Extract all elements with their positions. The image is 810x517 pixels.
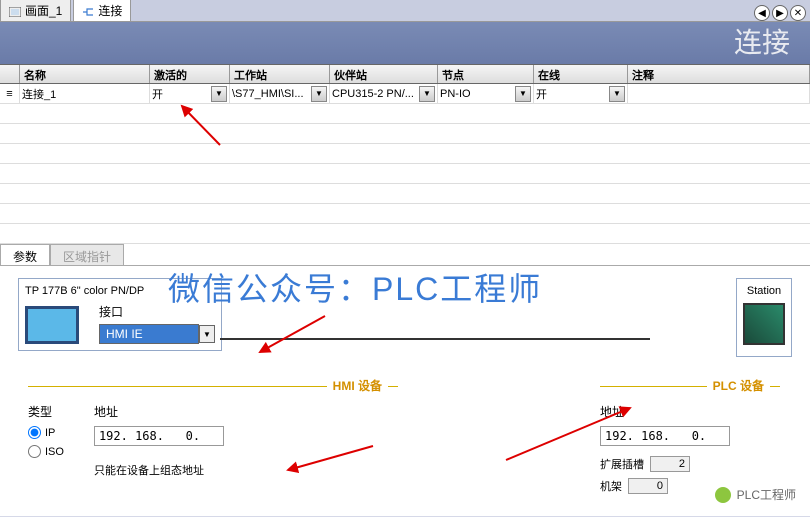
header-online[interactable]: 在线 <box>534 65 628 83</box>
connection-icon <box>82 6 94 16</box>
screen-icon <box>9 6 21 16</box>
tab-label: 连接 <box>98 2 122 19</box>
cell-online[interactable]: 开 ▼ <box>534 84 628 103</box>
cell-active[interactable]: 开 ▼ <box>150 84 230 103</box>
cell-partner[interactable]: CPU315-2 PN/... ▼ <box>330 84 438 103</box>
chevron-down-icon[interactable]: ▼ <box>199 325 215 343</box>
cell-online-value: 开 <box>536 86 547 102</box>
footer-watermark: PLC工程师 <box>715 486 796 503</box>
tab-params[interactable]: 参数 <box>0 244 50 265</box>
radio-iso-input[interactable] <box>28 445 41 458</box>
params-panel: TP 177B 6" color PN/DP 接口 HMI IE ▼ Stati… <box>0 266 810 516</box>
top-tab-bar: 画面_1 连接 ◀ ▶ ✕ <box>0 0 810 22</box>
hmi-screen-icon <box>25 306 79 344</box>
nav-next-button[interactable]: ▶ <box>772 5 788 21</box>
cell-active-value: 开 <box>152 86 163 102</box>
hmi-ip-input[interactable] <box>94 426 224 446</box>
table-row[interactable] <box>0 104 810 124</box>
header-name[interactable]: 名称 <box>20 65 150 83</box>
interface-label: 接口 <box>99 303 215 320</box>
plc-addr-label: 地址 <box>600 403 780 420</box>
tab-area-pointer[interactable]: 区域指针 <box>50 244 124 265</box>
tab-label: 画面_1 <box>25 2 62 19</box>
cell-name[interactable]: 连接_1 <box>20 84 150 103</box>
dropdown-button[interactable]: ▼ <box>311 86 327 102</box>
cell-workstation-value: \S77_HMI\SI... <box>232 88 304 100</box>
row-selector[interactable]: ≡ <box>0 84 20 103</box>
dropdown-button[interactable]: ▼ <box>515 86 531 102</box>
table-row[interactable] <box>0 184 810 204</box>
interface-value: HMI IE <box>99 324 199 344</box>
cell-node[interactable]: PN-IO ▼ <box>438 84 534 103</box>
hmi-section-title: HMI 设备 <box>327 377 388 394</box>
table-row[interactable] <box>0 224 810 244</box>
table-row[interactable] <box>0 124 810 144</box>
radio-ip[interactable]: IP <box>28 426 64 439</box>
grid-header: 名称 激活的 工作站 伙伴站 节点 在线 注释 <box>0 64 810 84</box>
config-note: 只能在设备上组态地址 <box>94 462 224 478</box>
header-workstation[interactable]: 工作站 <box>230 65 330 83</box>
hmi-section: HMI 设备 类型 IP ISO 地址 只能在设备上组态地址 <box>28 386 398 478</box>
table-row[interactable] <box>0 144 810 164</box>
cell-workstation[interactable]: \S77_HMI\SI... ▼ <box>230 84 330 103</box>
dropdown-button[interactable]: ▼ <box>419 86 435 102</box>
page-title: 连接 <box>0 22 810 64</box>
grid-body: ≡ 连接_1 开 ▼ \S77_HMI\SI... ▼ CPU315-2 PN/… <box>0 84 810 244</box>
plc-ip-input[interactable] <box>600 426 730 446</box>
type-label: 类型 <box>28 403 64 420</box>
plc-rack-input[interactable] <box>628 478 668 494</box>
dropdown-button[interactable]: ▼ <box>211 86 227 102</box>
radio-iso[interactable]: ISO <box>28 445 64 458</box>
dropdown-button[interactable]: ▼ <box>609 86 625 102</box>
nav-close-button[interactable]: ✕ <box>790 5 806 21</box>
addr-label: 地址 <box>94 403 224 420</box>
plc-slot-label: 扩展插槽 <box>600 456 644 472</box>
header-partner[interactable]: 伙伴站 <box>330 65 438 83</box>
cell-partner-value: CPU315-2 PN/... <box>332 88 414 100</box>
cell-comment[interactable] <box>628 84 810 103</box>
station-label: Station <box>743 285 785 297</box>
bottom-tab-bar: 参数 区域指针 <box>0 244 810 266</box>
radio-ip-input[interactable] <box>28 426 41 439</box>
list-icon: ≡ <box>2 87 17 101</box>
device-name: TP 177B 6" color PN/DP <box>25 285 215 297</box>
hmi-device-box: TP 177B 6" color PN/DP 接口 HMI IE ▼ <box>18 278 222 351</box>
station-box: Station <box>736 278 792 357</box>
plc-rack-label: 机架 <box>600 478 622 494</box>
nav-buttons: ◀ ▶ ✕ <box>754 5 810 21</box>
table-row[interactable] <box>0 164 810 184</box>
table-row[interactable] <box>0 204 810 224</box>
tab-screen1[interactable]: 画面_1 <box>0 0 71 21</box>
tab-connections[interactable]: 连接 <box>73 0 131 21</box>
plc-section-title: PLC 设备 <box>707 377 770 394</box>
header-active[interactable]: 激活的 <box>150 65 230 83</box>
connection-line <box>220 338 650 340</box>
header-blank <box>0 65 20 83</box>
nav-prev-button[interactable]: ◀ <box>754 5 770 21</box>
interface-select[interactable]: HMI IE ▼ <box>99 324 215 344</box>
wm-logo-icon <box>715 487 731 503</box>
header-comment[interactable]: 注释 <box>628 65 810 83</box>
station-icon <box>743 303 785 345</box>
table-row[interactable]: ≡ 连接_1 开 ▼ \S77_HMI\SI... ▼ CPU315-2 PN/… <box>0 84 810 104</box>
cell-node-value: PN-IO <box>440 88 471 100</box>
header-node[interactable]: 节点 <box>438 65 534 83</box>
radio-ip-label: IP <box>45 427 55 439</box>
radio-iso-label: ISO <box>45 446 64 458</box>
plc-slot-input[interactable] <box>650 456 690 472</box>
plc-section: PLC 设备 地址 扩展插槽 机架 <box>600 386 780 494</box>
footer-wm-text: PLC工程师 <box>737 486 796 503</box>
